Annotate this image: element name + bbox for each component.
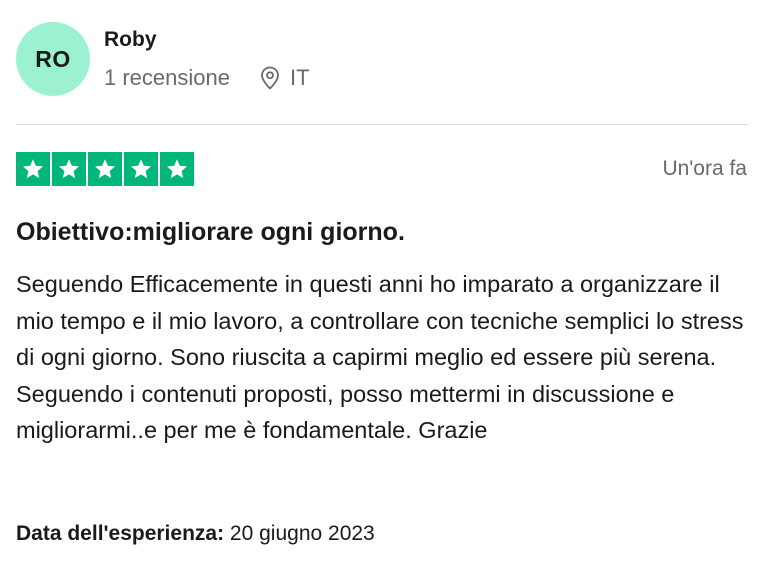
star-box <box>52 152 86 186</box>
review-count: 1 recensione <box>104 65 230 90</box>
star-icon <box>131 159 151 179</box>
experience-date-label: Data dell'esperienza: <box>16 522 225 545</box>
star-icon <box>167 159 187 179</box>
divider <box>16 124 748 125</box>
experience-date: Data dell'esperienza: 20 giugno 2023 <box>16 520 375 548</box>
review-title[interactable]: Obiettivo:migliorare ogni giorno. <box>16 216 405 248</box>
experience-date-value: 20 giugno 2023 <box>229 522 375 545</box>
review-text: Seguendo Efficacemente in questi anni ho… <box>16 271 744 443</box>
star-rating <box>16 152 194 186</box>
reviewer-meta: 1 recensione IT <box>104 65 310 91</box>
reviewer-country: IT <box>289 65 310 90</box>
star-icon <box>23 159 43 179</box>
avatar[interactable]: RO <box>16 22 90 96</box>
reviewer-info: Roby 1 recensione IT <box>104 27 310 91</box>
star-box <box>16 152 50 186</box>
review-time: Un'ora fa <box>662 157 747 180</box>
reviewer-location: IT <box>260 65 310 91</box>
star-box <box>124 152 158 186</box>
star-icon <box>95 159 115 179</box>
star-box <box>160 152 194 186</box>
location-pin-icon <box>261 66 279 90</box>
reviewer-header: RO Roby 1 recensione IT <box>16 22 310 96</box>
reviewer-name[interactable]: Roby <box>104 27 310 53</box>
star-box <box>88 152 122 186</box>
star-icon <box>59 159 79 179</box>
